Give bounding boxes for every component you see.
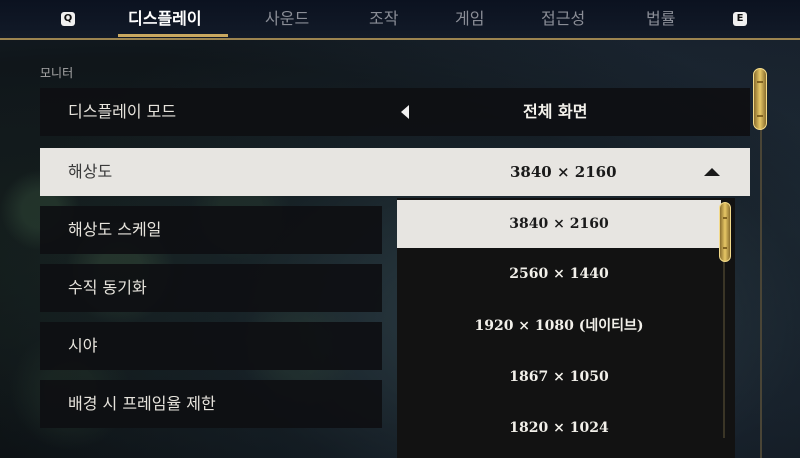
q-key-hint[interactable]: Q: [61, 12, 75, 26]
resolution-option[interactable]: 2560 × 1440: [397, 250, 721, 298]
resolution-option[interactable]: 1920 × 1080 (네이티브): [397, 302, 721, 350]
setting-row-display-mode[interactable]: 디스플레이 모드 전체 화면: [40, 88, 750, 136]
tab-bar: Q 디스플레이 사운드 조작 게임 접근성 법률 E: [0, 0, 800, 40]
tab-accessibility[interactable]: 접근성: [541, 6, 585, 32]
tab-game[interactable]: 게임: [455, 6, 484, 32]
setting-label: 해상도: [68, 162, 113, 181]
setting-row-resolution-scale[interactable]: 해상도 스케일: [40, 206, 382, 254]
tab-legal[interactable]: 법률: [646, 6, 675, 32]
setting-label: 수직 동기화: [68, 278, 147, 297]
resolution-option[interactable]: 1867 × 1050: [397, 353, 721, 401]
setting-label: 해상도 스케일: [68, 220, 162, 239]
e-key-hint[interactable]: E: [733, 12, 747, 26]
setting-row-background-fps-limit[interactable]: 배경 시 프레임율 제한: [40, 380, 382, 428]
resolution-dropdown: 3840 × 2160 2560 × 1440 1920 × 1080 (네이티…: [397, 198, 735, 458]
dropdown-scrollbar-thumb[interactable]: [719, 202, 731, 262]
scrollbar-thumb[interactable]: [753, 68, 767, 130]
section-title-monitor: 모니터: [40, 66, 74, 80]
setting-label: 배경 시 프레임율 제한: [68, 394, 216, 413]
setting-row-fov[interactable]: 시야: [40, 322, 382, 370]
chevron-up-icon[interactable]: [704, 168, 720, 176]
setting-row-resolution[interactable]: 해상도 3840 × 2160: [40, 148, 750, 196]
resolution-option[interactable]: 1820 × 1024: [397, 404, 721, 452]
setting-label: 디스플레이 모드: [68, 102, 177, 121]
setting-row-vsync[interactable]: 수직 동기화: [40, 264, 382, 312]
chevron-left-icon[interactable]: [401, 105, 409, 119]
active-tab-indicator: [118, 34, 228, 37]
setting-value: 전체 화면: [523, 102, 588, 121]
resolution-option[interactable]: 3840 × 2160: [397, 200, 721, 248]
setting-label: 시야: [68, 336, 98, 355]
setting-value: 3840 × 2160: [510, 163, 617, 181]
tab-controls[interactable]: 조작: [369, 6, 398, 32]
tab-display[interactable]: 디스플레이: [128, 6, 202, 32]
tab-sound[interactable]: 사운드: [265, 6, 309, 32]
